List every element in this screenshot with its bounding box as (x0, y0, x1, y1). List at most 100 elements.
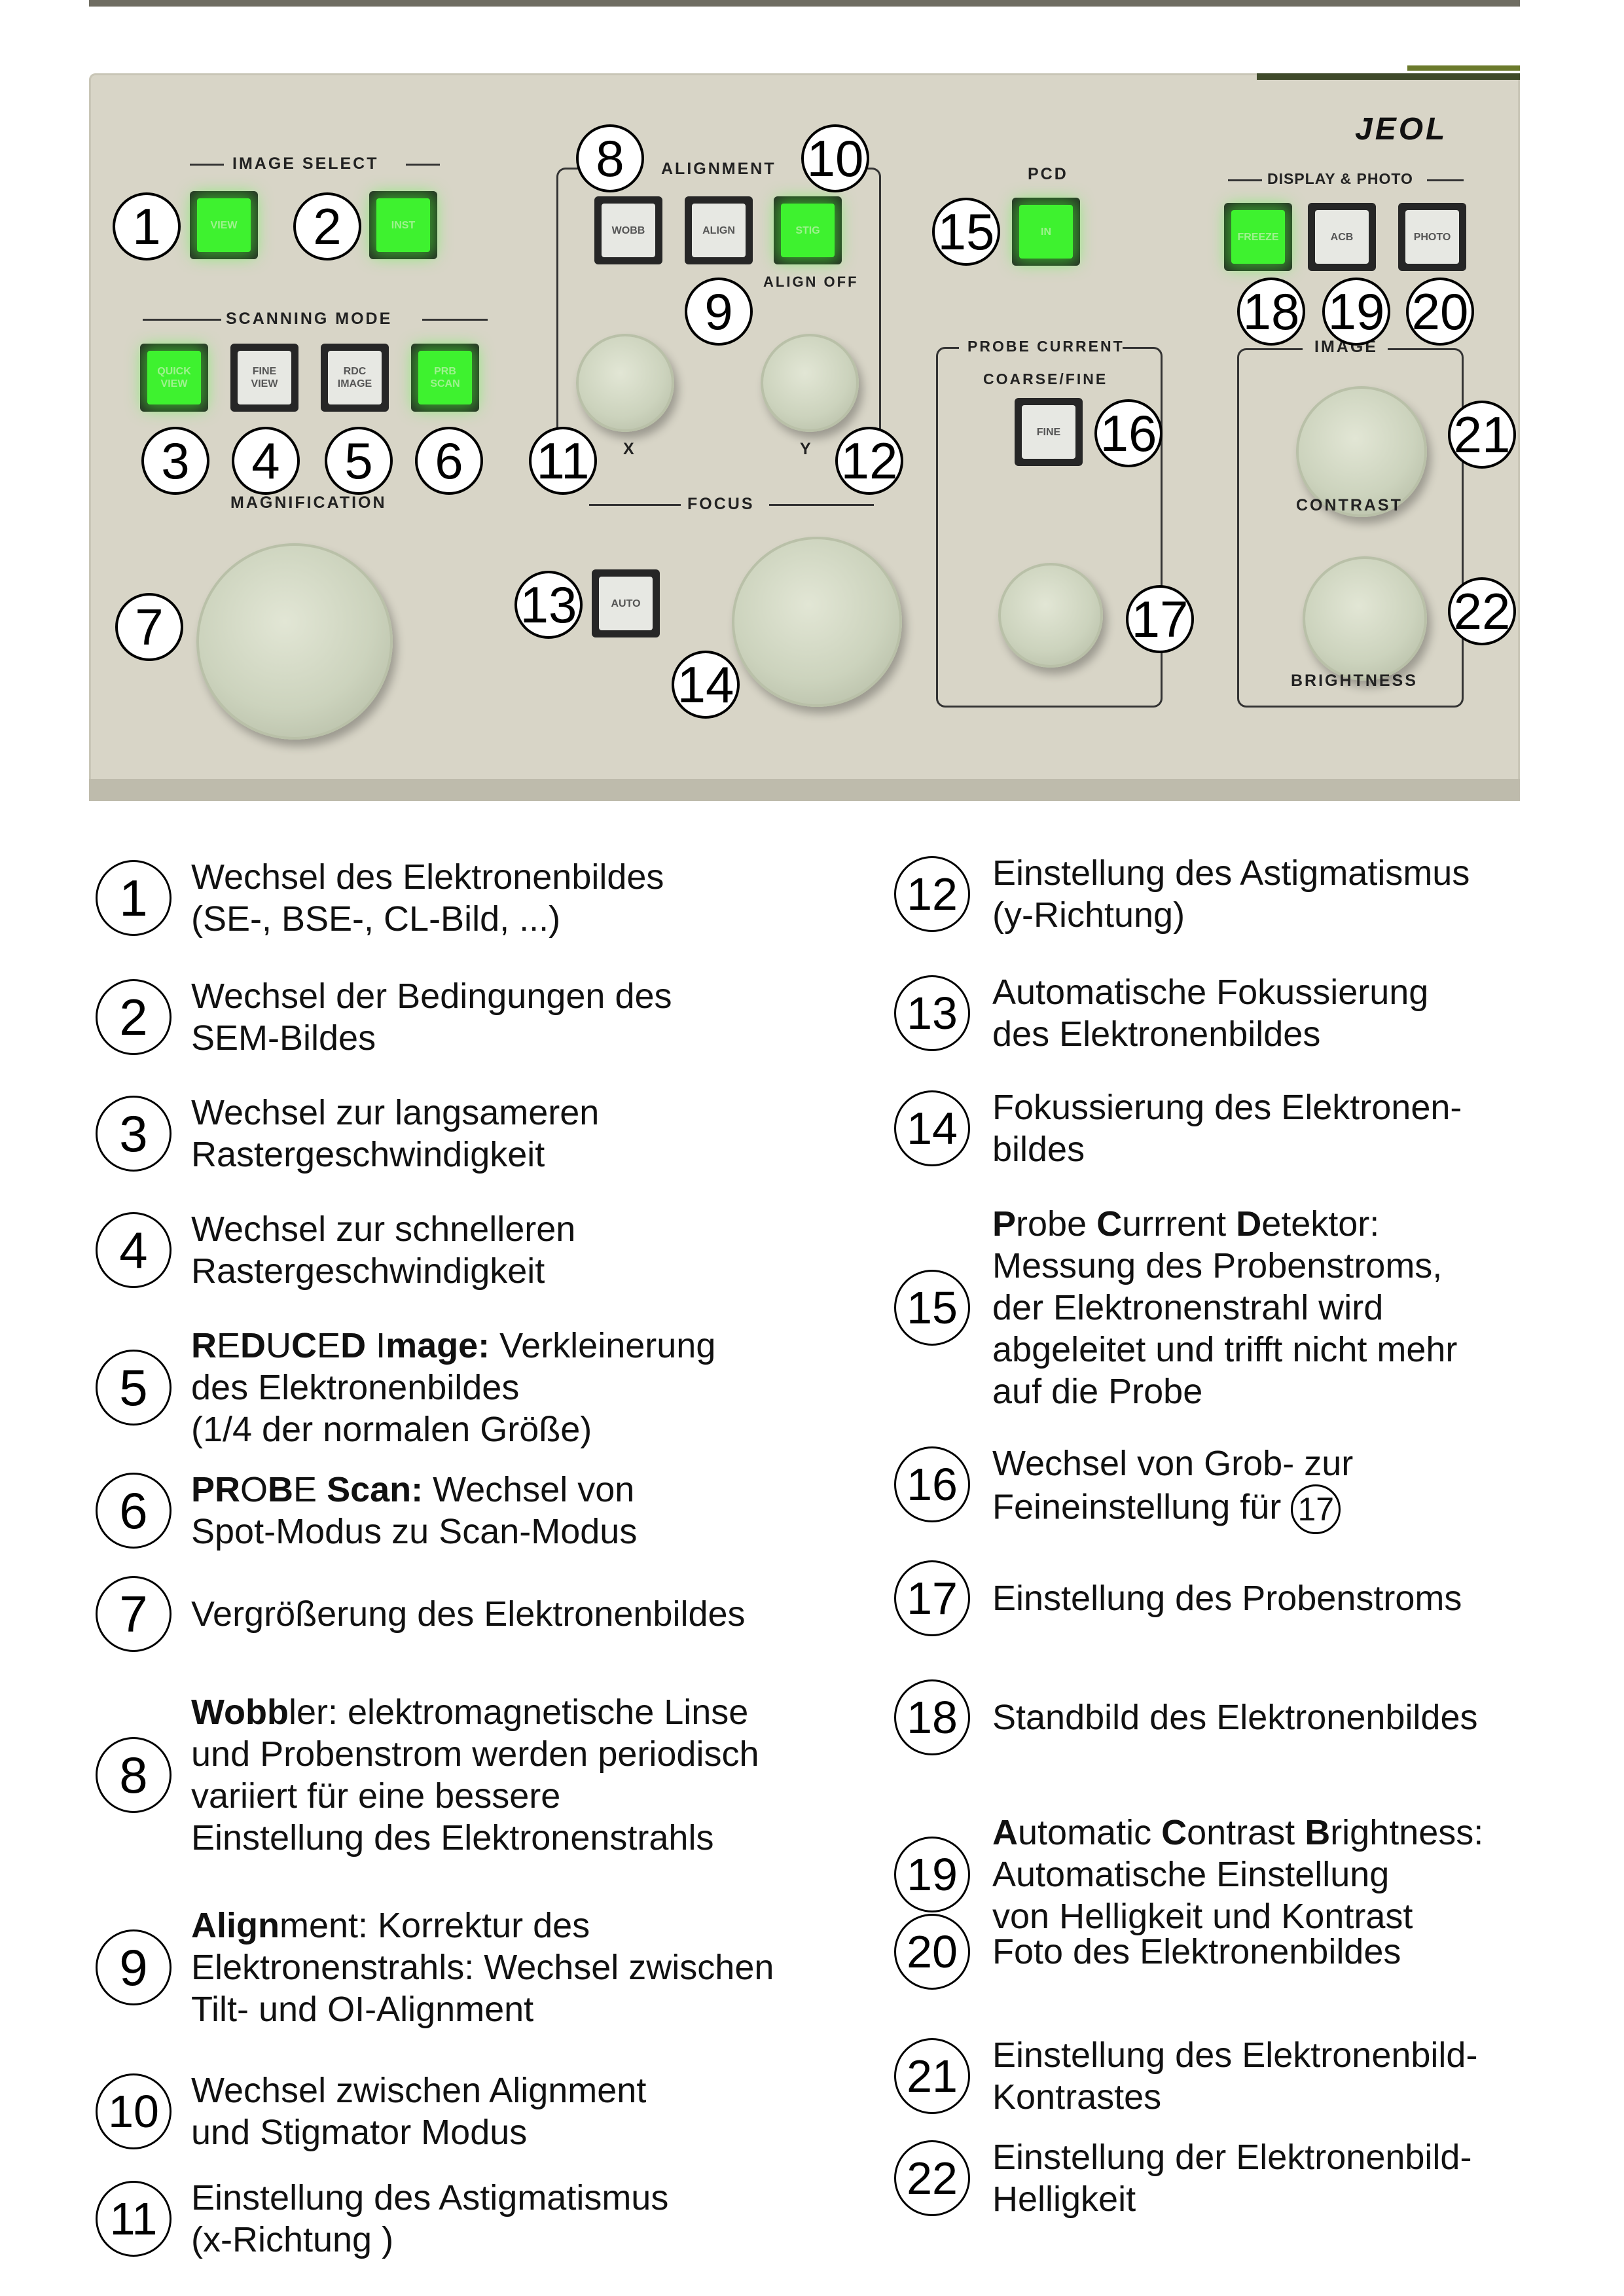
callout-4: 4 (232, 427, 300, 495)
acb-label: ACB (1315, 210, 1369, 264)
legend-number-9: 9 (96, 1929, 171, 2005)
magnification-label: MAGNIFICATION (230, 493, 387, 512)
legend-number-15: 15 (894, 1270, 970, 1346)
freeze-button[interactable]: FREEZE (1224, 203, 1292, 271)
legend-number-8: 8 (96, 1737, 171, 1813)
legend-number-16: 16 (894, 1446, 970, 1522)
callout-14: 14 (672, 651, 740, 719)
callout-22: 22 (1448, 577, 1516, 645)
legend-number-6: 6 (96, 1473, 171, 1549)
callout-11: 11 (529, 427, 597, 495)
quick-view-label: QUICK VIEW (147, 351, 201, 404)
brightness-label: BRIGHTNESS (1291, 672, 1418, 690)
callout-1: 1 (113, 192, 181, 260)
callout-2: 2 (293, 192, 361, 260)
legend-number-10: 10 (96, 2073, 171, 2149)
divider (406, 164, 440, 166)
legend-text-13: Automatische Fokussierung des Elektronen… (992, 973, 1429, 1054)
acb-button[interactable]: ACB (1308, 203, 1376, 271)
callout-6: 6 (415, 427, 483, 495)
photo-label: PHOTO (1405, 210, 1459, 264)
legend-number-19: 19 (894, 1837, 970, 1912)
focus-label: FOCUS (687, 495, 755, 513)
legend-number-14: 14 (894, 1090, 970, 1166)
callout-10: 10 (801, 124, 869, 192)
view-button-label: VIEW (197, 198, 251, 252)
probe-current-knob[interactable] (998, 563, 1103, 668)
legend-number-12: 12 (894, 856, 970, 932)
callout-21: 21 (1448, 401, 1516, 469)
legend-text-10: Wechsel zwischen Alignment und Stigmator… (191, 2071, 647, 2152)
legend-text-2: Wechsel der Bedingungen des SEM-Bildes (191, 977, 672, 1058)
align-off-label: ALIGN OFF (763, 274, 859, 290)
fine-label: FINE (1022, 405, 1075, 459)
divider (422, 319, 488, 321)
legend-text-19: Automatic Contrast Brightness: Automatis… (992, 1813, 1484, 1936)
wobb-button[interactable]: WOBB (594, 196, 662, 264)
legend-number-13: 13 (894, 975, 970, 1051)
legend-text-14: Fokussierung des Elektronen- bildes (992, 1088, 1462, 1169)
alignment-label: ALIGNMENT (661, 160, 776, 178)
legend-number-4: 4 (96, 1212, 171, 1288)
divider (769, 504, 874, 506)
legend-text-18: Standbild des Elektronenbildes (992, 1698, 1478, 1737)
photo-button[interactable]: PHOTO (1398, 203, 1466, 271)
stig-y-knob[interactable] (761, 334, 859, 432)
quick-view-button[interactable]: QUICK VIEW (140, 344, 208, 412)
fine-view-button[interactable]: FINE VIEW (230, 344, 298, 412)
legend-text-21: Einstellung des Elektronenbild- Kontrast… (992, 2036, 1478, 2117)
pcd-in-label: IN (1019, 205, 1073, 259)
fine-button[interactable]: FINE (1015, 398, 1083, 466)
stig-x-knob[interactable] (576, 334, 674, 432)
callout-8: 8 (576, 124, 644, 192)
legend-text-8: Wobbler: elektromagnetische Linse und Pr… (191, 1693, 759, 1857)
stig-label: STIG (781, 204, 835, 257)
divider (589, 504, 681, 506)
legend-text-7: Vergrößerung des Elektronenbildes (191, 1594, 746, 1634)
pcd-in-button[interactable]: IN (1012, 198, 1080, 266)
rdc-image-button[interactable]: RDC IMAGE (321, 344, 389, 412)
stig-button[interactable]: STIG (774, 196, 842, 264)
align-button[interactable]: ALIGN (685, 196, 753, 264)
legend-text-22: Einstellung der Elektronenbild- Helligke… (992, 2138, 1472, 2219)
callout-5: 5 (325, 427, 393, 495)
legend-text-12: Einstellung des Astigmatismus (y-Richtun… (992, 853, 1470, 935)
divider (190, 164, 224, 166)
callout-16: 16 (1094, 399, 1163, 467)
legend-text-3: Wechsel zur langsameren Rastergeschwindi… (191, 1093, 600, 1174)
focus-knob[interactable] (732, 537, 902, 707)
inst-button[interactable]: INST (369, 191, 437, 259)
inst-button-label: INST (376, 198, 430, 252)
magnification-knob[interactable] (196, 543, 393, 740)
callout-17: 17 (1126, 585, 1194, 653)
callout-7: 7 (115, 593, 183, 661)
prb-scan-button[interactable]: PRB SCAN (411, 344, 479, 412)
auto-focus-button[interactable]: AUTO (592, 569, 660, 637)
brightness-knob[interactable] (1303, 556, 1427, 681)
auto-label: AUTO (599, 577, 653, 630)
divider (143, 319, 221, 321)
legend-number-2: 2 (96, 979, 171, 1055)
view-button[interactable]: VIEW (190, 191, 258, 259)
prb-scan-label: PRB SCAN (418, 351, 472, 404)
cable (1257, 73, 1520, 80)
top-strip (89, 0, 1520, 7)
callout-3: 3 (141, 427, 209, 495)
legend-text-6: PROBE Scan: Wechsel von Spot-Modus zu Sc… (191, 1470, 638, 1551)
legend-number-21: 21 (894, 2038, 970, 2114)
x-label: X (623, 440, 636, 458)
inline-ref-17: 17 (1291, 1484, 1341, 1534)
legend-text-9: Alignment: Korrektur des Elektronenstrah… (191, 1906, 774, 2029)
image-select-label: IMAGE SELECT (232, 154, 379, 173)
align-label: ALIGN (692, 204, 746, 257)
callout-9: 9 (685, 278, 753, 346)
legend-number-22: 22 (894, 2140, 970, 2216)
callout-15: 15 (932, 198, 1000, 266)
legend-text-17: Einstellung des Probenstroms (992, 1579, 1462, 1618)
callout-13: 13 (514, 571, 583, 639)
legend-text-5: REDUCED Image: Verkleinerung des Elektro… (191, 1326, 716, 1449)
y-label: Y (800, 440, 813, 458)
callout-20: 20 (1406, 278, 1474, 346)
legend-number-7: 7 (96, 1576, 171, 1652)
callout-18: 18 (1237, 278, 1305, 346)
